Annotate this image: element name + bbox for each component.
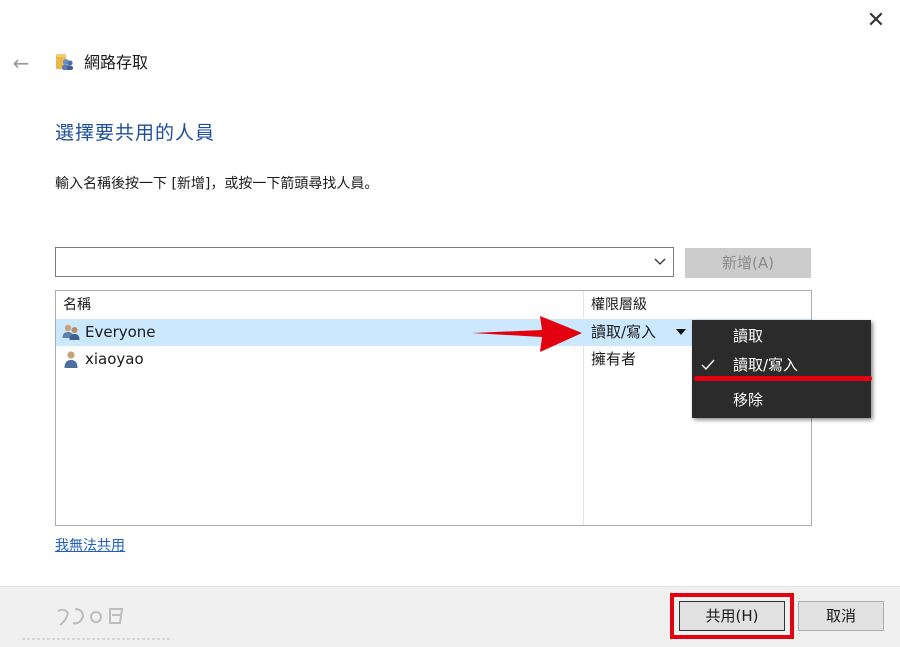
- annotation-arrow: [472, 316, 582, 352]
- watermark-logo: [22, 608, 170, 640]
- list-item-name[interactable]: xiaoyao: [85, 348, 144, 370]
- cancel-button[interactable]: 取消: [798, 601, 884, 631]
- menu-item-read-write[interactable]: 讀取/寫入: [692, 351, 871, 379]
- name-input[interactable]: [60, 249, 654, 277]
- close-icon: ✕: [866, 8, 886, 33]
- annotation-highlight-box: [670, 593, 794, 639]
- cant-share-link[interactable]: 我無法共用: [55, 535, 125, 557]
- back-arrow-icon: ←: [12, 51, 30, 75]
- column-header-name[interactable]: 名稱: [63, 294, 91, 316]
- window-title: 網路存取: [84, 53, 149, 72]
- list-item-name[interactable]: Everyone: [85, 321, 156, 343]
- column-header-permission[interactable]: 權限層級: [591, 294, 647, 316]
- menu-item-remove[interactable]: 移除: [692, 386, 871, 414]
- chevron-down-icon[interactable]: [653, 254, 667, 268]
- permission-label: 擁有者: [591, 350, 637, 368]
- network-folder-icon: [55, 52, 75, 72]
- permission-dropdown[interactable]: 讀取/寫入: [591, 321, 656, 343]
- menu-item-read[interactable]: 讀取: [692, 322, 871, 350]
- menu-item-label: 讀取/寫入: [733, 356, 799, 374]
- back-button[interactable]: ←: [8, 50, 34, 76]
- menu-item-label: 讀取: [733, 327, 764, 345]
- caret-down-icon[interactable]: [676, 329, 686, 335]
- menu-item-label: 移除: [733, 391, 764, 409]
- permission-menu: 讀取 讀取/寫入 移除: [692, 320, 871, 418]
- close-button[interactable]: ✕: [860, 6, 892, 36]
- instruction-text: 輸入名稱後按一下 [新增]，或按一下箭頭尋找人員。: [55, 176, 379, 192]
- users-group-icon: [61, 322, 81, 342]
- user-icon: [61, 349, 81, 369]
- add-button[interactable]: 新增(A): [685, 248, 811, 278]
- name-combobox[interactable]: [55, 247, 674, 277]
- checkmark-icon: [701, 359, 715, 371]
- page-heading: 選擇要共用的人員: [55, 122, 216, 144]
- annotation-underline: [694, 376, 872, 381]
